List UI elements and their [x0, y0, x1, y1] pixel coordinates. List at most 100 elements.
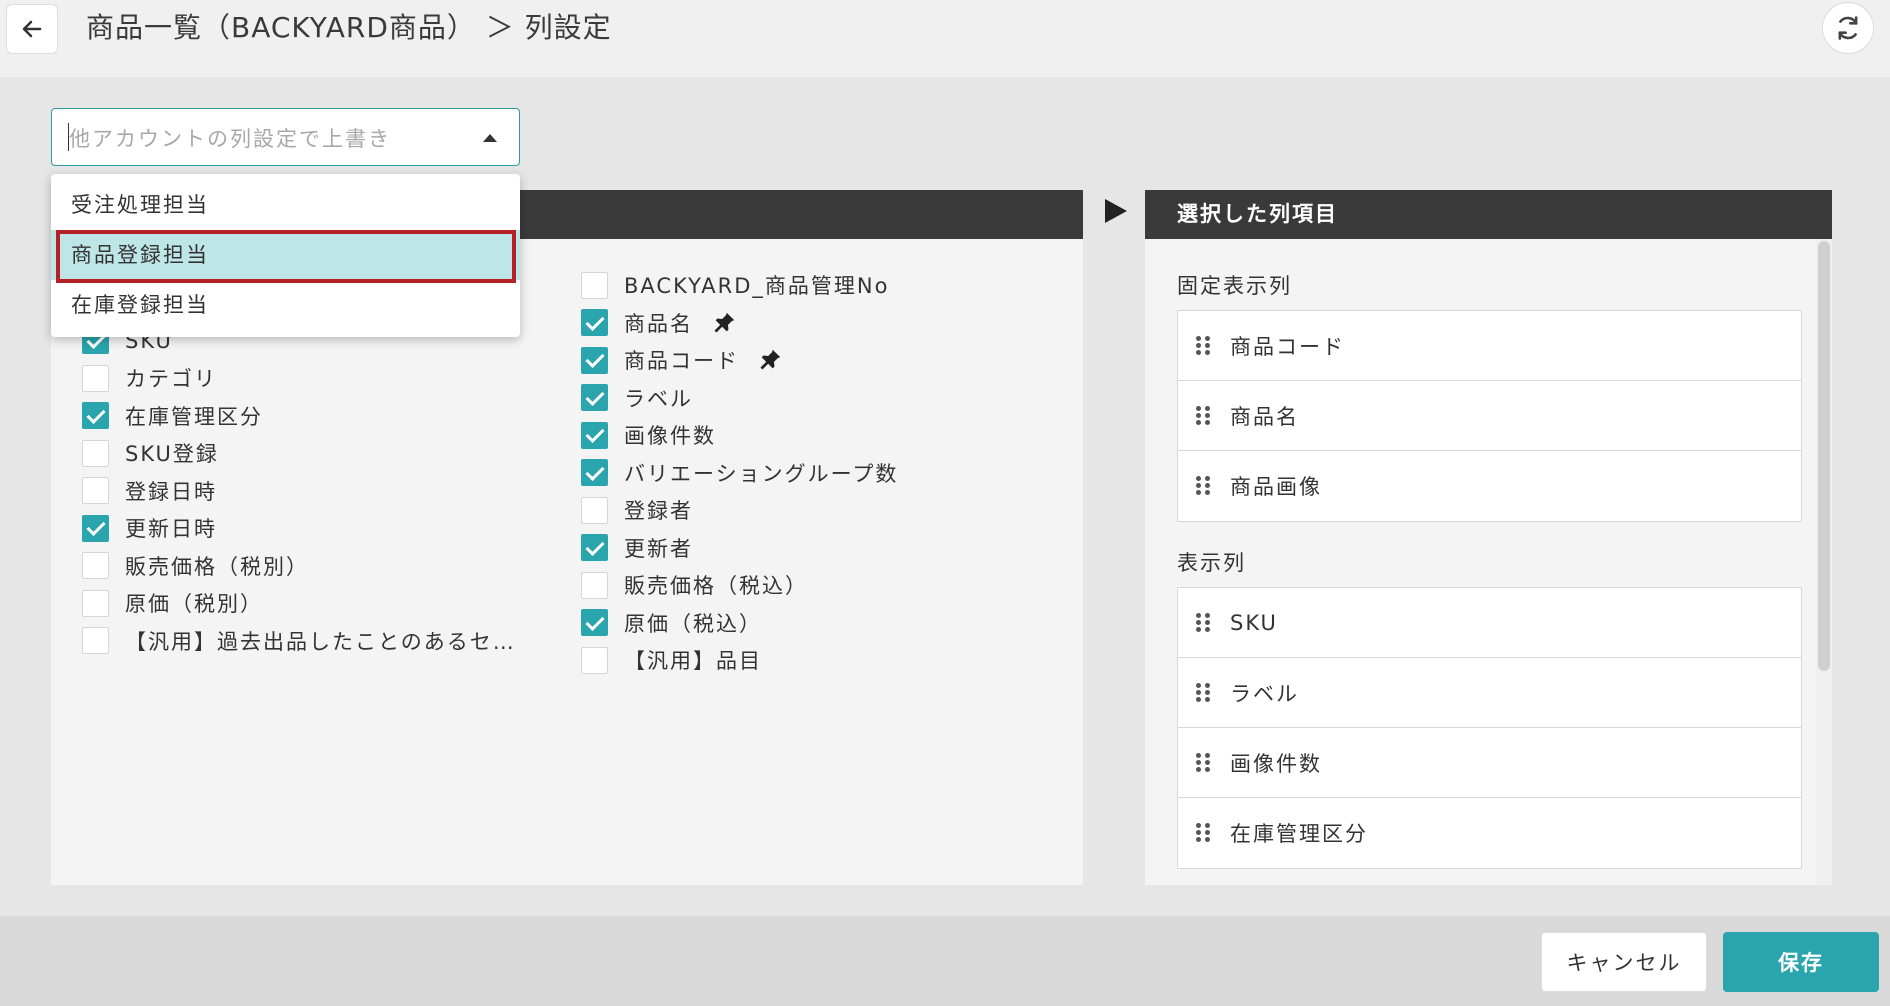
refresh-button[interactable] [1822, 2, 1874, 54]
sortable-column-item[interactable]: ラベル [1178, 658, 1801, 728]
page-title: 商品一覧（BACKYARD商品） ＞ 列設定 [86, 11, 612, 44]
column-label: 在庫管理区分 [125, 404, 263, 429]
column-checkbox-row[interactable]: SKU登録 [82, 438, 219, 468]
column-checkbox-row[interactable]: 更新日時 [82, 513, 217, 543]
fixed-columns-label: 固定表示列 [1177, 274, 1292, 298]
save-button[interactable]: 保存 [1723, 932, 1879, 992]
dropdown-option[interactable]: 受注処理担当 [51, 180, 520, 230]
selected-columns-header: 選択した列項目 [1145, 190, 1832, 239]
column-checkbox-row[interactable]: 更新者 [581, 533, 693, 563]
checkbox-checked[interactable] [581, 609, 608, 636]
arrow-right-icon [1105, 199, 1127, 223]
column-checkbox-row[interactable]: 原価（税別） [82, 588, 263, 618]
column-checkbox-row[interactable]: 商品コード [581, 345, 783, 375]
column-label: カテゴリ [125, 367, 217, 391]
sortable-column-label: ラベル [1230, 681, 1299, 706]
column-checkbox-row[interactable]: カテゴリ [82, 363, 217, 393]
column-checkbox-row[interactable]: 登録日時 [82, 476, 217, 506]
sortable-column-label: SKU [1230, 610, 1278, 635]
checkbox-unchecked[interactable] [82, 589, 109, 617]
sortable-column-item[interactable]: 商品名 [1178, 381, 1801, 451]
refresh-icon [1838, 16, 1858, 40]
column-label: 【汎用】過去出品したことのあるセ… [125, 629, 516, 654]
column-label: 【汎用】品目 [624, 649, 762, 673]
column-checkbox-row[interactable]: BACKYARD_商品管理No [581, 270, 889, 300]
selected-columns-panel: 選択した列項目 固定表示列 商品コード商品名商品画像 表示列 SKU ラベル画像件… [1145, 190, 1832, 885]
checkbox-unchecked[interactable] [581, 496, 608, 524]
display-columns-label: 表示列 [1177, 551, 1246, 575]
checkbox-checked[interactable] [581, 534, 608, 561]
column-label: 画像件数 [624, 424, 716, 448]
column-checkbox-row[interactable]: 画像件数 [581, 420, 716, 450]
drag-handle-icon[interactable] [1196, 476, 1210, 496]
checkbox-checked[interactable] [581, 384, 608, 411]
column-checkbox-row[interactable]: 【汎用】品目 [581, 645, 762, 675]
column-label: 原価（税込） [624, 611, 762, 636]
checkbox-unchecked[interactable] [82, 477, 109, 504]
column-label: 販売価格（税込） [624, 574, 808, 598]
checkbox-unchecked[interactable] [581, 646, 608, 674]
column-label: 登録日時 [125, 479, 217, 504]
checkbox-checked[interactable] [581, 346, 608, 374]
column-label: 販売価格（税別） [125, 554, 309, 579]
sortable-column-item[interactable]: 商品コード [1178, 311, 1801, 381]
sortable-column-item[interactable]: SKU [1178, 588, 1801, 658]
scrollbar[interactable] [1816, 239, 1832, 885]
column-checkbox-row[interactable]: 在庫管理区分 [82, 401, 263, 431]
sortable-column-item[interactable]: 商品画像 [1178, 451, 1801, 521]
arrow-left-icon [22, 20, 42, 38]
account-column-select[interactable]: 他アカウントの列設定で上書き [51, 108, 520, 166]
footer-bar: キャンセル 保存 [0, 916, 1890, 1006]
checkbox-unchecked[interactable] [82, 439, 109, 467]
column-checkbox-row[interactable]: 販売価格（税込） [581, 570, 808, 600]
column-checkbox-row[interactable]: ラベル [581, 383, 693, 413]
column-checkbox-row[interactable]: バリエーショングループ数 [581, 458, 898, 488]
column-checkbox-row[interactable]: 販売価格（税別） [82, 551, 309, 581]
back-button[interactable] [6, 4, 58, 54]
checkbox-unchecked[interactable] [581, 571, 608, 599]
display-columns-list: SKU ラベル画像件数在庫管理区分 [1177, 587, 1802, 869]
checkbox-checked[interactable] [581, 421, 608, 449]
checkbox-unchecked[interactable] [82, 364, 109, 392]
column-checkbox-row[interactable]: 原価（税込） [581, 608, 762, 638]
drag-handle-icon[interactable] [1196, 405, 1210, 426]
dropdown-option[interactable]: 在庫登録担当 [51, 280, 520, 330]
cancel-button[interactable]: キャンセル [1541, 932, 1707, 992]
checkbox-checked[interactable] [581, 309, 608, 336]
checkbox-unchecked[interactable] [82, 552, 109, 579]
app-header: 商品一覧（BACKYARD商品） ＞ 列設定 [0, 0, 1890, 77]
sortable-column-label: 商品コード [1230, 334, 1345, 359]
column-label: ラベル [624, 386, 693, 411]
checkbox-unchecked[interactable] [82, 627, 109, 654]
sortable-column-label: 商品名 [1230, 404, 1299, 429]
column-checkbox-row[interactable]: 商品名 [581, 308, 737, 338]
column-checkbox-row[interactable]: 【汎用】過去出品したことのあるセ… [82, 626, 516, 656]
checkbox-unchecked[interactable] [581, 271, 608, 299]
checkbox-checked[interactable] [82, 514, 109, 542]
drag-handle-icon[interactable] [1196, 612, 1210, 633]
sortable-column-label: 在庫管理区分 [1230, 822, 1368, 846]
sortable-column-label: 商品画像 [1230, 475, 1322, 499]
column-label: 登録者 [624, 499, 693, 523]
sortable-column-label: 画像件数 [1230, 751, 1322, 776]
column-label: SKU登録 [125, 442, 219, 466]
scrollbar-thumb[interactable] [1818, 241, 1830, 671]
drag-handle-icon[interactable] [1196, 823, 1210, 843]
column-label: 商品コード [624, 349, 739, 373]
select-placeholder: 他アカウントの列設定で上書き [69, 127, 391, 151]
pin-icon[interactable] [711, 310, 737, 336]
sortable-column-item[interactable]: 在庫管理区分 [1178, 798, 1801, 868]
column-label: BACKYARD_商品管理No [624, 274, 890, 298]
pin-icon[interactable] [757, 347, 783, 373]
column-label: 更新者 [624, 536, 693, 561]
column-checkbox-row[interactable]: 登録者 [581, 495, 693, 525]
dropdown-option-selected[interactable]: 商品登録担当 [51, 230, 520, 280]
sortable-column-item[interactable]: 画像件数 [1178, 728, 1801, 798]
column-label: 原価（税別） [125, 592, 263, 616]
drag-handle-icon[interactable] [1196, 682, 1210, 703]
checkbox-checked[interactable] [581, 459, 608, 486]
caret-up-icon[interactable] [483, 134, 497, 142]
drag-handle-icon[interactable] [1196, 335, 1210, 356]
checkbox-checked[interactable] [82, 402, 109, 429]
drag-handle-icon[interactable] [1196, 752, 1210, 773]
